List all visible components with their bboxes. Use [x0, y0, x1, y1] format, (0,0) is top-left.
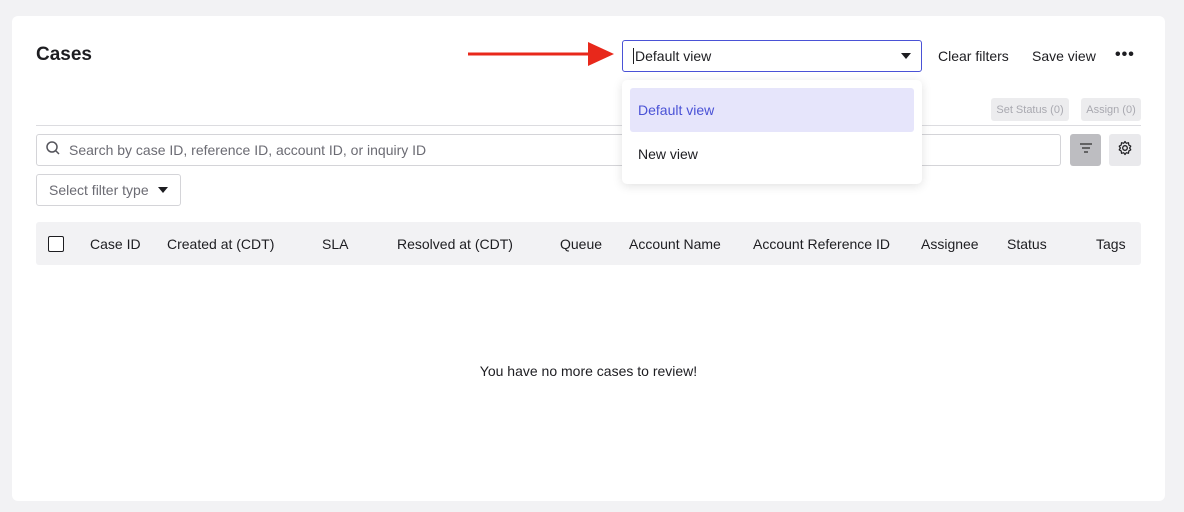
assign-button[interactable]: Assign (0) [1081, 98, 1141, 121]
filter-type-placeholder: Select filter type [49, 182, 149, 198]
search-icon [45, 140, 61, 161]
annotation-arrow-icon [468, 40, 614, 73]
column-header[interactable]: Queue [560, 236, 602, 252]
column-header[interactable]: Created at (CDT) [167, 236, 274, 252]
empty-state-message: You have no more cases to review! [479, 363, 698, 379]
column-header[interactable]: Case ID [90, 236, 141, 252]
view-select-value: Default view [635, 48, 712, 64]
caret-down-icon [158, 187, 168, 193]
settings-button[interactable] [1109, 134, 1141, 166]
caret-down-icon[interactable] [901, 53, 911, 59]
set-status-button[interactable]: Set Status (0) [991, 98, 1069, 121]
filter-button[interactable] [1070, 134, 1101, 166]
search-placeholder: Search by case ID, reference ID, account… [69, 142, 427, 158]
text-cursor [633, 48, 634, 64]
filter-icon [1079, 141, 1093, 159]
more-options-icon[interactable]: ••• [1115, 46, 1135, 64]
column-header[interactable]: Assignee [921, 236, 979, 252]
column-header[interactable]: Account Name [629, 236, 721, 252]
page-title: Cases [36, 44, 92, 65]
view-option-default[interactable]: Default view [630, 88, 914, 132]
gear-icon [1117, 140, 1133, 161]
view-option-new[interactable]: New view [630, 132, 914, 176]
table-header: Case ID Created at (CDT) SLA Resolved at… [36, 222, 1141, 265]
column-header[interactable]: Status [1007, 236, 1047, 252]
view-dropdown-menu: Default view New view [622, 80, 922, 184]
view-select[interactable]: Default view [622, 40, 922, 72]
filter-type-select[interactable]: Select filter type [36, 174, 181, 206]
column-header[interactable]: Account Reference ID [753, 236, 890, 252]
column-header[interactable]: Tags [1096, 236, 1126, 252]
column-header[interactable]: SLA [322, 236, 348, 252]
select-all-checkbox[interactable] [48, 236, 64, 252]
cases-panel: Cases Default view Clear filters Save vi… [12, 16, 1165, 501]
column-header[interactable]: Resolved at (CDT) [397, 236, 513, 252]
clear-filters-button[interactable]: Clear filters [938, 48, 1009, 64]
save-view-button[interactable]: Save view [1032, 48, 1096, 64]
divider [36, 125, 1141, 126]
